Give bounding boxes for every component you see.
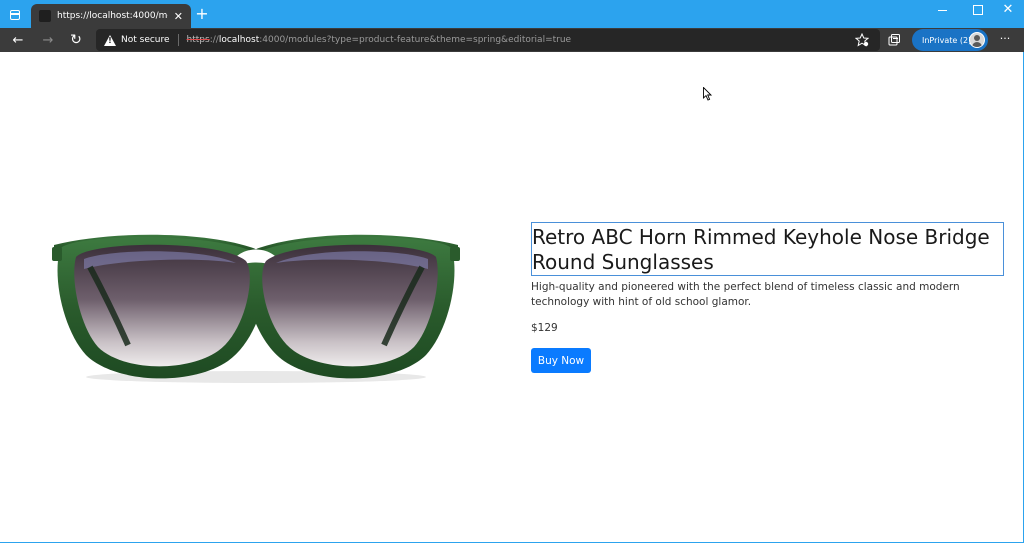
favorites-star-icon[interactable] (854, 32, 870, 47)
url-host: localhost (218, 35, 260, 45)
sunglasses-image (52, 234, 460, 383)
product-title: Retro ABC Horn Rimmed Keyhole Nose Bridg… (531, 222, 1004, 276)
profile-avatar-icon (969, 32, 985, 48)
forward-arrow-icon[interactable]: → (38, 30, 58, 50)
warning-icon[interactable] (104, 34, 116, 46)
more-options-icon[interactable]: ··· (996, 32, 1014, 48)
browser-titlebar: https://localhost:4000/modules? ✕ + ✕ (0, 0, 1024, 28)
url-path: :4000/modules?type=product-feature&theme… (259, 35, 572, 45)
tab-close-icon[interactable]: ✕ (174, 10, 183, 23)
address-divider (177, 34, 179, 46)
window-close-button[interactable]: ✕ (990, 0, 1024, 20)
buy-now-button[interactable]: Buy Now (531, 348, 591, 373)
url-separator: :// (209, 35, 219, 45)
url-text[interactable]: https://localhost:4000/modules?type=prod… (187, 35, 572, 45)
inprivate-label: InPrivate (2) (922, 35, 972, 45)
url-scheme: https (186, 35, 210, 45)
inprivate-profile-button[interactable]: InPrivate (2) (912, 29, 988, 51)
browser-toolbar: ← → ↻ Not secure https://localhost:4000/… (0, 28, 1024, 52)
refresh-icon[interactable]: ↻ (66, 30, 86, 50)
browser-tab-active[interactable]: https://localhost:4000/modules? ✕ (31, 4, 191, 28)
page-content: Retro ABC Horn Rimmed Keyhole Nose Bridg… (0, 52, 1024, 543)
new-tab-button[interactable]: + (194, 5, 210, 23)
minimize-button[interactable] (924, 0, 960, 20)
collections-icon[interactable] (887, 33, 901, 47)
tab-title: https://localhost:4000/modules? (57, 11, 168, 21)
favicon-icon (39, 10, 51, 22)
address-bar[interactable]: Not secure https://localhost:4000/module… (96, 29, 880, 51)
product-price: $129 (531, 322, 558, 334)
mouse-cursor-icon (703, 87, 713, 101)
back-arrow-icon[interactable]: ← (8, 30, 28, 50)
security-status-label[interactable]: Not secure (121, 35, 170, 45)
window-menu-icon[interactable] (6, 6, 24, 24)
product-description: High-quality and pioneered with the perf… (531, 281, 960, 308)
